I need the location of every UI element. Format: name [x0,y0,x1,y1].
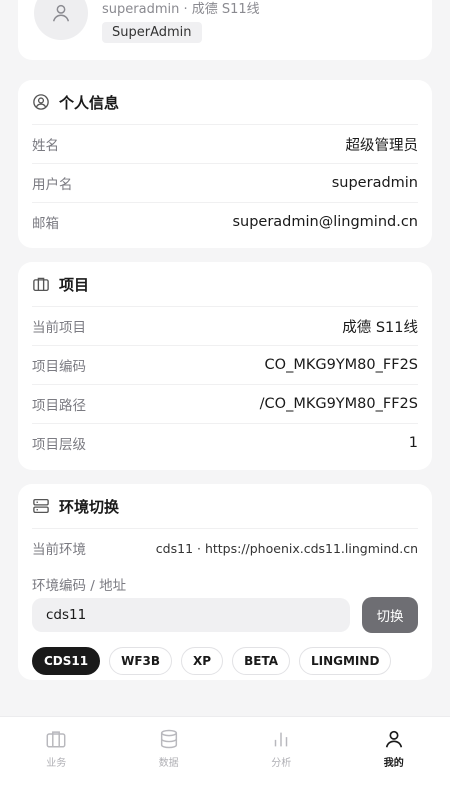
nav-label: 数据 [158,758,179,769]
switch-button[interactable]: 切换 [362,597,418,633]
row-label: 项目层级 [32,437,86,453]
personal-info-header: 个人信息 [18,80,432,124]
nav-item-analysis[interactable]: 分析 [225,717,338,800]
row-value: CO_MKG9YM80_FF2S [264,357,418,373]
row-label: 当前项目 [32,320,86,336]
env-header: 环境切换 [18,484,432,528]
user-circle-icon [32,93,50,111]
row-value: /CO_MKG9YM80_FF2S [259,396,418,412]
project-row-path: 项目路径 /CO_MKG9YM80_FF2S [32,384,418,423]
row-value: 成德 S11线 [342,319,418,336]
personal-info-title: 个人信息 [59,93,120,112]
briefcase-icon [32,275,50,293]
row-label: 邮箱 [32,216,59,232]
bar-chart-icon [270,728,292,750]
server-icon [32,497,50,515]
env-row-current: 当前环境 cds11 · https://phoenix.cds11.lingm… [32,528,418,567]
project-row-level: 项目层级 1 [32,423,418,462]
row-value: superadmin@lingmind.cn [232,214,418,230]
database-icon [158,728,180,750]
profile-card: superadmin · 成德 S11线 SuperAdmin [18,0,432,60]
nav-item-business[interactable]: 业务 [0,717,113,800]
project-card: 项目 当前项目 成德 S11线 项目编码 CO_MKG9YM80_FF2S 项目… [18,262,432,470]
nav-label: 我的 [383,758,404,769]
env-chip-beta[interactable]: BETA [232,647,290,675]
project-row-current: 当前项目 成德 S11线 [32,306,418,345]
info-row-name: 姓名 超级管理员 [32,124,418,163]
profile-sub-line: superadmin · 成德 S11线 [102,2,260,17]
row-label: 项目编码 [32,359,86,375]
user-icon [383,728,405,750]
nav-item-data[interactable]: 数据 [113,717,226,800]
info-row-email: 邮箱 superadmin@lingmind.cn [32,202,418,241]
role-badge: SuperAdmin [102,22,202,43]
project-header: 项目 [18,262,432,306]
env-code-input[interactable] [32,598,350,632]
env-chip-lingmind[interactable]: LINGMIND [298,647,392,675]
row-label: 姓名 [32,138,59,154]
project-title: 项目 [59,275,90,294]
bottom-nav: 业务 数据 分析 我的 [0,716,450,800]
avatar [34,0,88,40]
briefcase-icon [45,728,67,750]
project-row-code: 项目编码 CO_MKG9YM80_FF2S [32,345,418,384]
user-avatar-icon [52,4,70,22]
personal-info-card: 个人信息 姓名 超级管理员 用户名 superadmin 邮箱 superadm… [18,80,432,248]
nav-label: 分析 [271,758,292,769]
env-chip-wf3b[interactable]: WF3B [109,647,173,675]
info-row-username: 用户名 superadmin [32,163,418,202]
env-chip-xp[interactable]: XP [181,647,224,675]
env-chip-cds11[interactable]: CDS11 [32,647,101,675]
env-chip-group: CDS11 WF3B XP BETA LINGMIND [32,647,392,675]
env-switch-card: 环境切换 当前环境 cds11 · https://phoenix.cds11.… [18,484,432,680]
row-label: 当前环境 [32,542,86,558]
nav-item-mine[interactable]: 我的 [338,717,450,800]
env-code-label: 环境编码 / 地址 [32,578,127,594]
env-title: 环境切换 [59,497,120,516]
nav-label: 业务 [46,758,67,769]
row-label: 用户名 [32,177,73,193]
row-value: 超级管理员 [345,137,419,154]
row-label: 项目路径 [32,398,86,414]
row-value: cds11 · https://phoenix.cds11.lingmind.c… [155,540,418,556]
row-value: 1 [408,435,418,451]
row-value: superadmin [331,175,418,191]
